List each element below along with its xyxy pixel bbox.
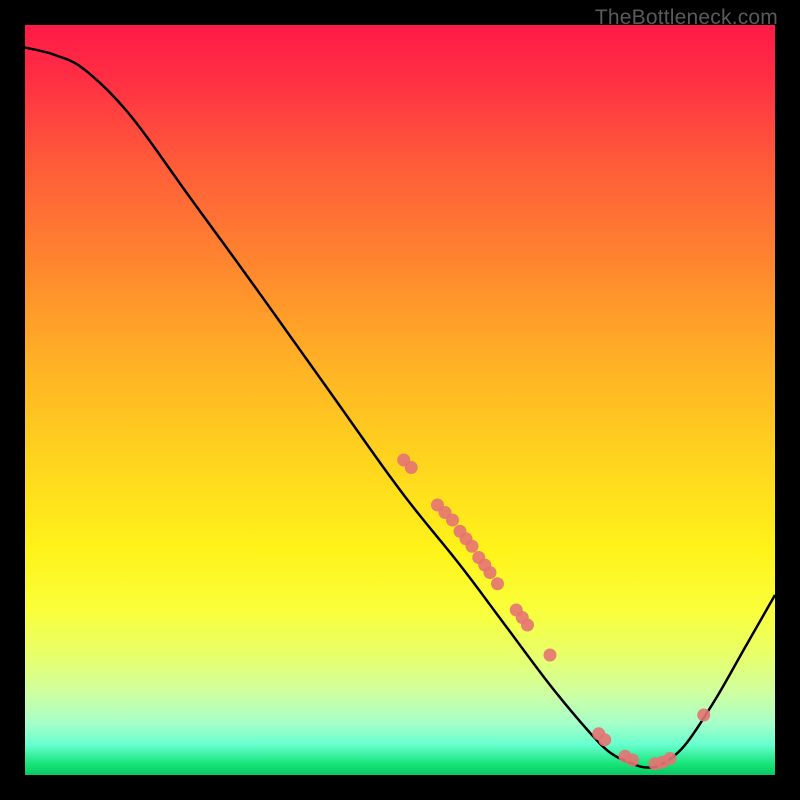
- data-point: [664, 752, 677, 765]
- data-point: [544, 649, 557, 662]
- chart-svg: [25, 25, 775, 775]
- data-point: [446, 514, 459, 527]
- data-points: [397, 454, 710, 771]
- plot-area: [25, 25, 775, 775]
- data-point: [466, 540, 479, 553]
- data-point: [626, 754, 639, 767]
- data-point: [484, 566, 497, 579]
- data-point: [598, 733, 611, 746]
- data-point: [491, 577, 504, 590]
- watermark-text: TheBottleneck.com: [595, 6, 778, 30]
- data-point: [521, 619, 534, 632]
- data-point: [405, 461, 418, 474]
- data-point: [697, 709, 710, 722]
- bottleneck-curve: [25, 48, 775, 768]
